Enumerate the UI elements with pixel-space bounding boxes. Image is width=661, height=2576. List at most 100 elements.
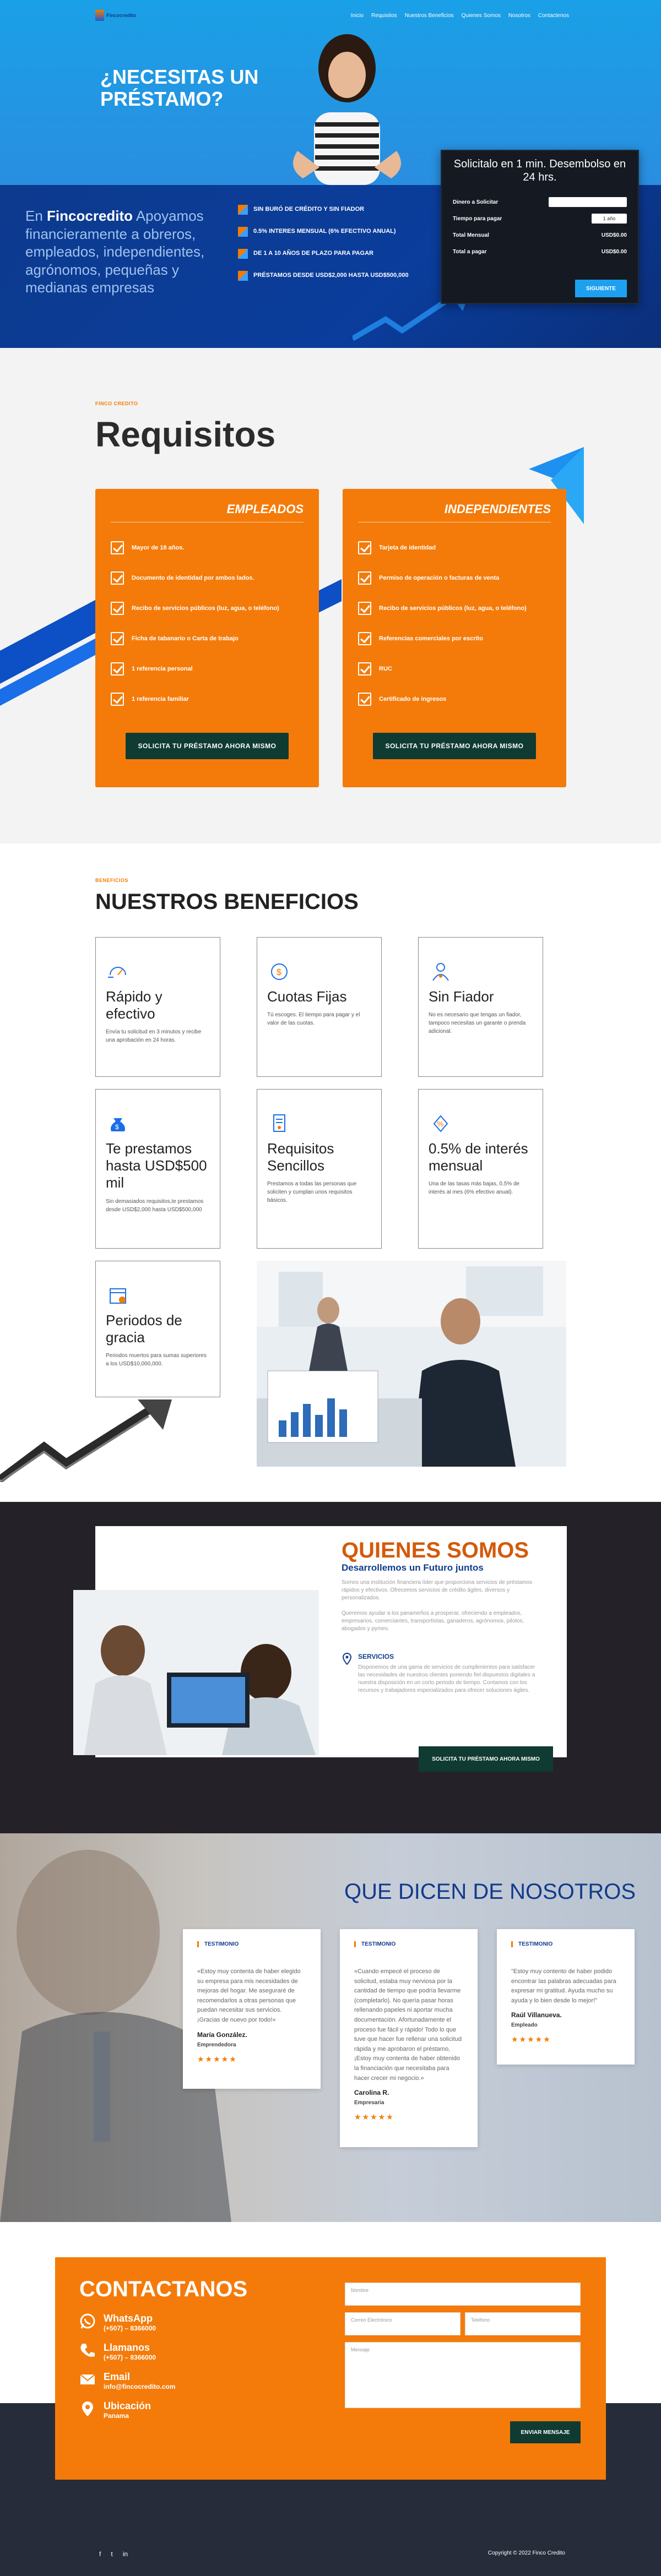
requisito-text: Certificado de ingresos <box>379 695 447 702</box>
rating-stars-icon: ★★★★★ <box>511 2035 551 2044</box>
nav-menu: Inicio Requisitos Nuestros Beneficios Qu… <box>351 13 569 19</box>
requisito-text: Recibo de servicios públicos (luz, agua,… <box>379 604 527 612</box>
requisito-text: Referencias comerciales por escrito <box>379 635 483 642</box>
check-icon <box>358 662 371 676</box>
next-button[interactable]: SIGUIENTE <box>575 280 627 297</box>
solicita-button-quienes[interactable]: SOLICITA TU PRÉSTAMO AHORA MISMO <box>419 1746 553 1772</box>
check-icon <box>358 631 371 645</box>
hero-woman-image <box>293 34 401 185</box>
footer: f t in Copyright © 2022 Finco Credito <box>0 2528 661 2576</box>
benefit-title: 0.5% de interés mensual <box>429 1140 528 1174</box>
contact-item-label: Llamanos <box>104 2342 150 2353</box>
whatsapp-icon <box>80 2313 95 2329</box>
hero-feature: SIN BURÓ DE CRÉDITO Y SIN FIADOR <box>238 205 447 215</box>
requisito-text: Permiso de operación o facturas de venta <box>379 574 500 581</box>
testimonial-name: Carolina R. <box>354 2089 389 2097</box>
requisito-item: 1 referencia familiar <box>111 684 304 714</box>
contact-item-label: WhatsApp <box>104 2313 153 2324</box>
contact-item-value: (+507) – 8366000 <box>104 2324 156 2332</box>
benefit-card: $ Te prestamos hasta USD$500 mil Sin dem… <box>95 1089 220 1249</box>
term-select[interactable]: 1 año <box>592 214 627 224</box>
servicios-title: SERVICIOS <box>358 1653 394 1660</box>
requisito-item: RUC <box>358 653 551 684</box>
contact-item-value: info@fincocredito.com <box>104 2383 176 2390</box>
requisito-text: Ficha de tabanario o Carta de trabajo <box>132 635 239 642</box>
monthly-value: USD$0.00 <box>601 232 627 238</box>
hero-feature-text: 0.5% INTERES MENSUAL (6% EFECTIVO ANUAL) <box>253 228 396 235</box>
rating-stars-icon: ★★★★★ <box>354 2112 394 2122</box>
check-icon <box>111 692 124 706</box>
coin-icon: $ <box>267 960 291 984</box>
check-icon <box>358 601 371 615</box>
hero-lead-brand: Fincocredito <box>47 208 133 224</box>
servicios-block: SERVICIOS Disponemos de una gama de serv… <box>342 1653 540 1695</box>
requisito-text: Recibo de servicios públicos (luz, agua,… <box>132 604 279 612</box>
contact-item-content: Email info@fincocredito.com <box>104 2371 175 2390</box>
requisito-item: Ficha de tabanario o Carta de trabajo <box>111 623 304 653</box>
nav-link-quienes-somos[interactable]: Quienes Somos <box>462 13 501 19</box>
hero-features-list: SIN BURÓ DE CRÉDITO Y SIN FIADOR 0.5% IN… <box>238 205 447 293</box>
nav-link-beneficios[interactable]: Nuestros Beneficios <box>405 13 454 19</box>
social-links: f t in <box>99 2550 128 2558</box>
send-message-button[interactable]: ENVIAR MENSAJE <box>510 2421 581 2443</box>
benefit-text: No es necesario que tengas un fiador, ta… <box>429 1012 526 1035</box>
hero-title: ¿NECESITAS UN PRÉSTAMO? <box>100 66 259 110</box>
hero-feature-text: SIN BURÓ DE CRÉDITO Y SIN FIADOR <box>253 206 365 213</box>
hero-feature: DE 1 A 10 AÑOS DE PLAZO PARA PAGAR <box>238 249 447 259</box>
nav-link-nosotros[interactable]: Nosotros <box>508 13 530 19</box>
nav-link-contactenos[interactable]: Contactenos <box>538 13 569 19</box>
servicios-content: SERVICIOS Disponemos de una gama de serv… <box>358 1653 540 1695</box>
facebook-icon[interactable]: f <box>99 2550 101 2558</box>
calendar-icon <box>106 1283 130 1308</box>
percent-icon: % <box>429 1112 453 1136</box>
svg-text:$: $ <box>277 968 281 977</box>
requisito-item: Documento de identidad por ambos lados. <box>111 563 304 593</box>
testimonial-label: TESTIMONIO <box>354 1941 463 1947</box>
benefit-text: Prestamos a todas las personas que solic… <box>267 1181 357 1204</box>
message-textarea[interactable]: Mensaje <box>345 2342 581 2408</box>
total-value: USD$0.00 <box>601 248 627 255</box>
amount-input[interactable] <box>549 197 627 207</box>
testimonial-card: TESTIMONIO «Cuando empecé el proceso de … <box>340 1929 478 2147</box>
nav-link-requisitos[interactable]: Requisitos <box>371 13 397 19</box>
person-icon <box>429 960 453 984</box>
logo-text: Fincocredito <box>106 13 137 18</box>
testimonial-text: «Estoy muy contenta de haber elegido su … <box>197 1968 301 2023</box>
requisito-item: Certificado de ingresos <box>358 684 551 714</box>
requisito-item: Recibo de servicios públicos (luz, agua,… <box>358 593 551 623</box>
testimonios-section: QUE DICEN DE NOSOTROS TESTIMONIO «Estoy … <box>0 1833 661 2222</box>
requisito-text: Documento de identidad por ambos lados. <box>132 574 254 581</box>
benefit-text: Tú escoges. El tiempo para pagar y el va… <box>267 1012 360 1027</box>
contact-item-content: WhatsApp (+507) – 8366000 <box>104 2313 156 2332</box>
testimonial-role: Empresaria <box>354 2100 384 2106</box>
linkedin-icon[interactable]: in <box>123 2550 128 2558</box>
email-input[interactable]: Correo Electrónico <box>345 2312 460 2335</box>
nav-link-inicio[interactable]: Inicio <box>351 13 364 19</box>
testimonial-label: TESTIMONIO <box>197 1941 306 1947</box>
logo[interactable]: Fincocredito <box>95 10 136 21</box>
hero-lead-text: En Fincocredito Apoyamos financieramente… <box>25 207 229 297</box>
total-label: Total a pagar <box>453 248 487 255</box>
twitter-icon[interactable]: t <box>111 2550 112 2558</box>
benefit-card: $ Cuotas Fijas Tú escoges. El tiempo par… <box>257 937 382 1077</box>
check-icon <box>111 662 124 676</box>
office-meeting-image <box>257 1261 566 1467</box>
phone-input[interactable]: Teléfono <box>465 2312 581 2335</box>
hero-feature: PRÉSTAMOS DESDE USD$2,000 HASTA USD$500,… <box>238 271 447 281</box>
calc-row-monthly: Total Mensual USD$0.00 <box>453 227 627 243</box>
benefit-card: Periodos de gracia Periodos muertos para… <box>95 1261 220 1397</box>
contact-card: CONTACTANOS WhatsApp (+507) – 8366000 Lla… <box>55 2257 606 2480</box>
name-input[interactable]: Nombre <box>345 2283 581 2306</box>
requisitos-eyebrow: FINCO CREDITO <box>95 401 138 406</box>
benefit-card: % 0.5% de interés mensual Una de las tas… <box>418 1089 543 1249</box>
speed-icon <box>106 960 130 984</box>
growth-arrow-icon <box>0 1399 172 1482</box>
benefit-title: Requisitos Sencillos <box>267 1140 334 1174</box>
benefit-title: Rápido y efectivo <box>106 988 162 1022</box>
solicita-button-independientes[interactable]: SOLICITA TU PRÉSTAMO AHORA MISMO <box>373 733 536 759</box>
solicita-button-empleados[interactable]: SOLICITA TU PRÉSTAMO AHORA MISMO <box>126 733 289 759</box>
benefit-title: Cuotas Fijas <box>267 988 347 1005</box>
feature-arrow-icon <box>238 227 248 237</box>
contact-item-content: Ubicación Panama <box>104 2400 151 2420</box>
testimonial-text: «Cuando empecé el proceso de solicitud, … <box>354 1968 462 2082</box>
